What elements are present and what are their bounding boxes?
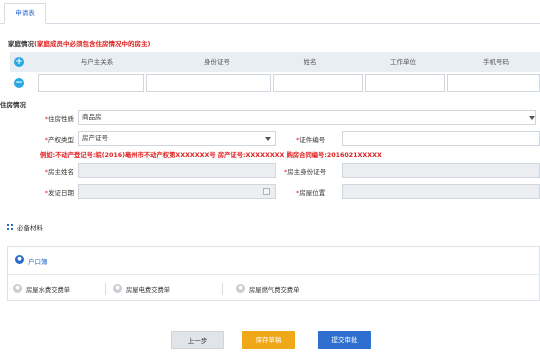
family-section-title: 家庭情况(家庭成员中必须包含住房情况中的房主) bbox=[8, 38, 150, 48]
location-label: *房屋位置 bbox=[296, 189, 326, 197]
family-note: (家庭成员中必须包含住房情况中的房主) bbox=[34, 40, 151, 48]
owner-id-label: *房主身份证号 bbox=[284, 168, 327, 176]
water-bill-label[interactable]: 房屋水费交费单 bbox=[26, 285, 70, 294]
calendar-icon[interactable] bbox=[263, 188, 270, 195]
tab-application[interactable]: 申请表 bbox=[4, 3, 46, 24]
col-workplace: 工作单位 bbox=[390, 58, 416, 66]
chevron-down-icon[interactable] bbox=[265, 137, 271, 141]
housing-nature-value: 商品房 bbox=[82, 113, 102, 121]
owner-id-input[interactable] bbox=[342, 163, 540, 178]
prop-type-select[interactable]: 房产证号 bbox=[78, 131, 276, 146]
divider bbox=[105, 283, 106, 295]
submit-button[interactable]: 提交审批 bbox=[318, 331, 371, 349]
name-input[interactable] bbox=[273, 74, 363, 92]
col-id: 身份证号 bbox=[204, 58, 230, 66]
issue-date-label: *发证日期 bbox=[44, 189, 74, 197]
workplace-input[interactable] bbox=[365, 74, 445, 92]
add-row-icon[interactable]: + bbox=[14, 57, 24, 67]
divider bbox=[222, 283, 223, 295]
family-title: 家庭情况 bbox=[8, 40, 34, 48]
hukou-icon: ● bbox=[15, 255, 24, 264]
prop-type-value: 房产证号 bbox=[82, 134, 108, 142]
location-input[interactable] bbox=[342, 184, 540, 199]
electric-bill-icon: ● bbox=[113, 284, 122, 293]
phone-input[interactable] bbox=[447, 74, 540, 92]
hukou-label[interactable]: 户口簿 bbox=[28, 256, 48, 266]
housing-nature-select[interactable]: 商品房 bbox=[78, 110, 536, 125]
owner-name-input[interactable] bbox=[78, 163, 276, 178]
electric-bill-label[interactable]: 房屋电费交费单 bbox=[126, 285, 170, 294]
id-input[interactable] bbox=[146, 74, 271, 92]
prev-button[interactable]: 上一步 bbox=[171, 331, 224, 349]
materials-box: ● 户口簿 ● 房屋水费交费单 ● 房屋电费交费单 ● 房屋燃气费交费单 bbox=[7, 246, 540, 301]
issue-date-input[interactable] bbox=[78, 184, 276, 199]
prop-type-label: *产权类型 bbox=[44, 136, 74, 144]
hukou-row: ● 户口簿 bbox=[8, 247, 540, 275]
housing-section-title: 住房情况 bbox=[0, 101, 26, 109]
family-table-header: + 与户主关系 身份证号 姓名 工作单位 手机号码 bbox=[10, 52, 540, 72]
cert-no-example: 例如:不动产登记号:皖(2016)亳州市不动产权第XXXXXXX号 房产证号:X… bbox=[40, 152, 382, 159]
col-name: 姓名 bbox=[303, 58, 317, 66]
chevron-down-icon[interactable] bbox=[529, 116, 535, 120]
col-phone: 手机号码 bbox=[483, 58, 509, 66]
water-bill-icon: ● bbox=[13, 284, 22, 293]
cert-no-label: *证件编号 bbox=[296, 136, 326, 144]
cert-no-input[interactable] bbox=[342, 131, 540, 146]
tab-bar: 申请表 bbox=[0, 0, 540, 24]
housing-nature-label: *住房性质 bbox=[44, 115, 74, 123]
col-relation: 与户主关系 bbox=[80, 58, 114, 66]
gas-bill-label[interactable]: 房屋燃气费交费单 bbox=[249, 285, 299, 294]
table-row: − bbox=[10, 73, 540, 93]
materials-title: 必备材料 bbox=[17, 224, 43, 232]
gas-bill-icon: ● bbox=[236, 284, 245, 293]
relation-input[interactable] bbox=[38, 74, 144, 92]
remove-row-icon[interactable]: − bbox=[14, 78, 24, 88]
grid-icon bbox=[7, 224, 13, 230]
save-draft-button[interactable]: 保存草稿 bbox=[242, 331, 295, 349]
owner-name-label: *房主姓名 bbox=[44, 168, 74, 176]
